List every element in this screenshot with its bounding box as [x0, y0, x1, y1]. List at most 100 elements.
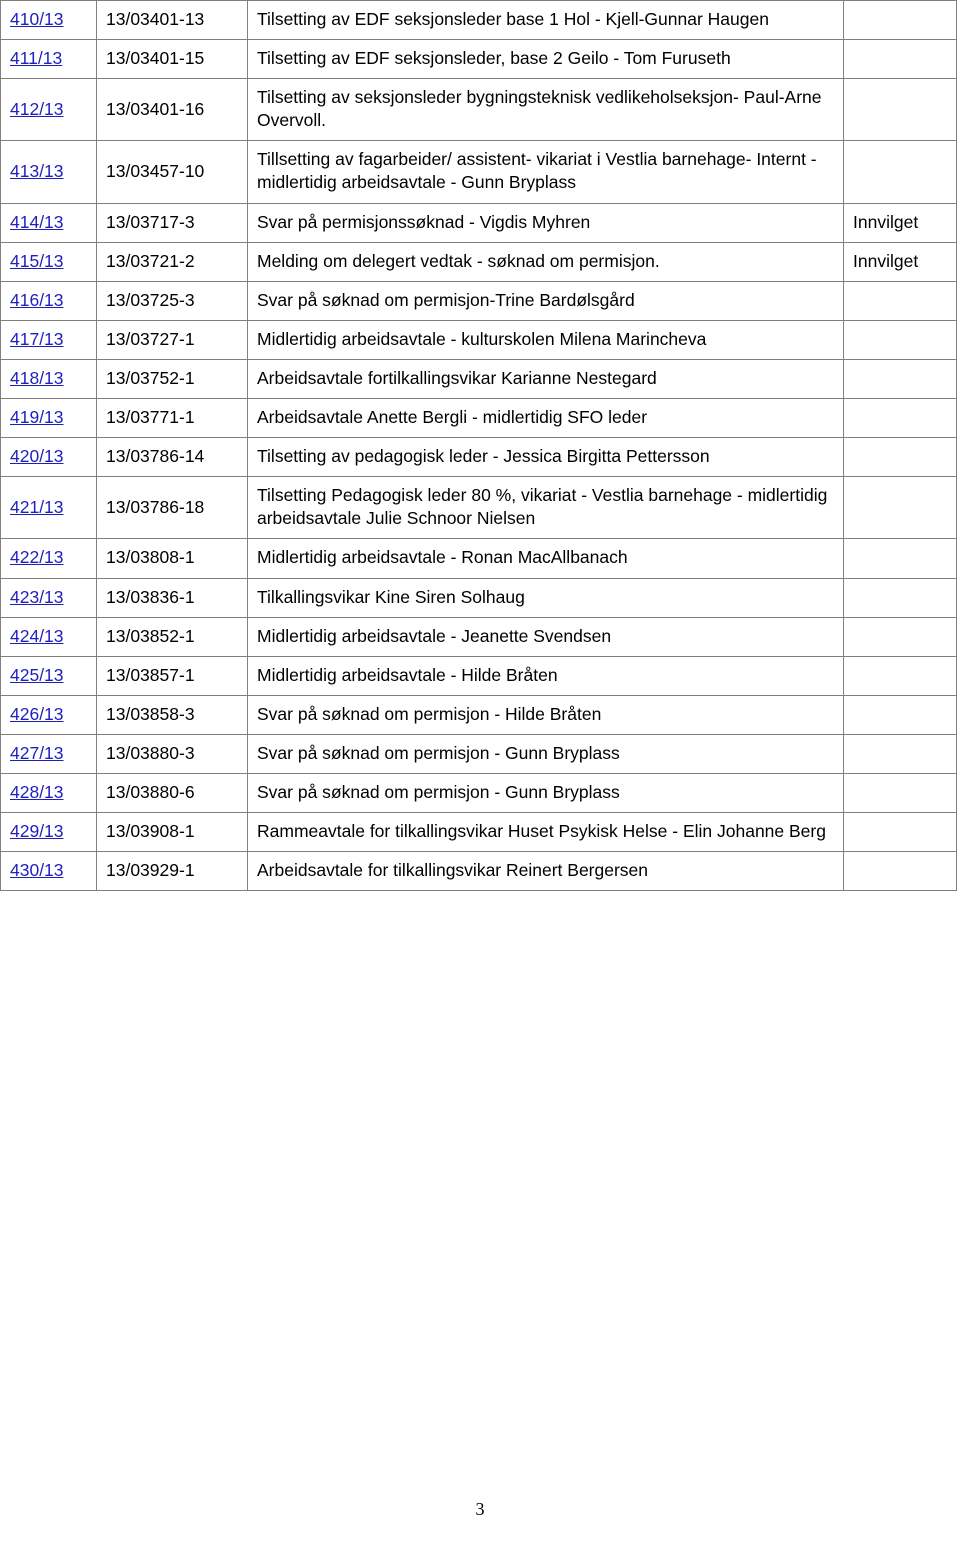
title-cell: Tilsetting av seksjonsleder bygningstekn…: [247, 78, 844, 142]
case-number-cell: 425/13: [0, 655, 97, 696]
reference-cell: 13/03880-6: [96, 772, 248, 814]
table-row: 414/13 13/03717-3 Svar på permisjonssøknad…: [0, 202, 957, 243]
case-number-cell: 412/13: [0, 78, 97, 142]
case-number-link[interactable]: 414/13: [10, 212, 64, 232]
table-row: 417/13 13/03727-1 Midlertidig arbeidsavtal…: [0, 319, 957, 360]
case-number-link[interactable]: 419/13: [10, 407, 64, 427]
table-row: 418/13 13/03752-1 Arbeidsavtale fortilkall…: [0, 358, 957, 400]
table-row: 422/13 13/03808-1 Midlertidig arbeidsavtal…: [0, 538, 957, 579]
case-number-link[interactable]: 416/13: [10, 290, 64, 310]
case-number-cell: 411/13: [0, 39, 97, 80]
title-cell: Tillsetting av fagarbeider/ assistent- v…: [247, 140, 844, 204]
title-cell: Arbeidsavtale Anette Bergli - midlertidi…: [247, 398, 844, 439]
reference-cell: 13/03786-18: [96, 476, 248, 540]
case-number-link[interactable]: 421/13: [10, 497, 64, 517]
case-number-link[interactable]: 429/13: [10, 821, 64, 841]
status-cell: Innvilget: [843, 202, 957, 243]
status-cell: [843, 437, 957, 478]
reference-cell: 13/03457-10: [96, 140, 248, 204]
title-cell: Midlertidig arbeidsavtale - Hilde Bråten: [247, 655, 844, 696]
title-cell: Tilsetting av EDF seksjonsleder, base 2 …: [247, 39, 844, 80]
reference-cell: 13/03401-13: [96, 0, 248, 41]
status-cell: [843, 319, 957, 360]
case-number-link[interactable]: 427/13: [10, 743, 64, 763]
case-number-link[interactable]: 411/13: [10, 48, 62, 68]
case-number-cell: 410/13: [0, 0, 97, 41]
status-cell: [843, 78, 957, 142]
title-cell: Tilsetting av pedagogisk leder - Jessica…: [247, 437, 844, 478]
case-number-link[interactable]: 415/13: [10, 251, 64, 271]
case-number-cell: 424/13: [0, 616, 97, 657]
case-number-cell: 427/13: [0, 733, 97, 774]
case-number-link[interactable]: 423/13: [10, 587, 64, 607]
title-cell: Arbeidsavtale fortilkallingsvikar Karian…: [247, 358, 844, 400]
title-cell: Midlertidig arbeidsavtale - Jeanette Sve…: [247, 616, 844, 657]
status-cell: [843, 772, 957, 814]
document-page: 410/13 13/03401-13 Tilsetting av EDF seksj…: [0, 0, 960, 1564]
reference-cell: 13/03836-1: [96, 577, 248, 618]
table-row: 423/13 13/03836-1 Tilkallingsvikar Kine Si…: [0, 577, 957, 618]
case-number-link[interactable]: 424/13: [10, 626, 64, 646]
reference-cell: 13/03929-1: [96, 851, 248, 892]
reference-cell: 13/03771-1: [96, 398, 248, 439]
status-cell: [843, 812, 957, 853]
status-cell: [843, 694, 957, 735]
case-number-cell: 430/13: [0, 851, 97, 892]
case-number-link[interactable]: 412/13: [10, 99, 64, 119]
status-cell: [843, 851, 957, 892]
reference-cell: 13/03808-1: [96, 538, 248, 579]
title-cell: Arbeidsavtale for tilkallingsvikar Reine…: [247, 851, 844, 892]
case-number-link[interactable]: 428/13: [10, 782, 64, 802]
title-cell: Tilsetting Pedagogisk leder 80 %, vikari…: [247, 476, 844, 540]
table-row: 430/13 13/03929-1 Arbeidsavtale for tilkal…: [0, 851, 957, 892]
case-number-link[interactable]: 425/13: [10, 665, 64, 685]
status-cell: [843, 616, 957, 657]
title-cell: Svar på søknad om permisjon-Trine Bardøl…: [247, 280, 844, 321]
case-number-link[interactable]: 420/13: [10, 446, 64, 466]
table-row: 410/13 13/03401-13 Tilsetting av EDF seksj…: [0, 0, 957, 41]
reference-cell: 13/03401-16: [96, 78, 248, 142]
status-cell: [843, 140, 957, 204]
status-cell: [843, 655, 957, 696]
case-number-cell: 423/13: [0, 577, 97, 618]
title-cell: Svar på søknad om permisjon - Gunn Brypl…: [247, 772, 844, 814]
status-cell: [843, 577, 957, 618]
table-row: 426/13 13/03858-3 Svar på søknad om permis…: [0, 694, 957, 735]
table-row: 420/13 13/03786-14 Tilsetting av pedagogis…: [0, 437, 957, 478]
status-cell: [843, 358, 957, 400]
case-number-cell: 420/13: [0, 437, 97, 478]
reference-cell: 13/03880-3: [96, 733, 248, 774]
status-cell: [843, 39, 957, 80]
case-number-link[interactable]: 417/13: [10, 329, 64, 349]
case-number-cell: 419/13: [0, 398, 97, 439]
status-cell: [843, 280, 957, 321]
title-cell: Tilkallingsvikar Kine Siren Solhaug: [247, 577, 844, 618]
title-cell: Svar på permisjonssøknad - Vigdis Myhren: [247, 202, 844, 243]
case-number-cell: 422/13: [0, 538, 97, 579]
reference-cell: 13/03858-3: [96, 694, 248, 735]
case-number-link[interactable]: 410/13: [10, 9, 64, 29]
reference-cell: 13/03852-1: [96, 616, 248, 657]
reference-cell: 13/03727-1: [96, 319, 248, 360]
case-number-cell: 429/13: [0, 812, 97, 853]
status-cell: [843, 398, 957, 439]
case-number-cell: 417/13: [0, 319, 97, 360]
reference-cell: 13/03786-14: [96, 437, 248, 478]
table-row: 419/13 13/03771-1 Arbeidsavtale Anette Ber…: [0, 398, 957, 439]
table-row: 415/13 13/03721-2 Melding om delegert vedt…: [0, 241, 957, 282]
table-body: 410/13 13/03401-13 Tilsetting av EDF seksj…: [0, 0, 957, 892]
status-cell: [843, 476, 957, 540]
title-cell: Svar på søknad om permisjon - Gunn Brypl…: [247, 733, 844, 774]
table-row: 424/13 13/03852-1 Midlertidig arbeidsavtal…: [0, 616, 957, 657]
reference-cell: 13/03717-3: [96, 202, 248, 243]
title-cell: Midlertidig arbeidsavtale - kulturskolen…: [247, 319, 844, 360]
case-number-link[interactable]: 422/13: [10, 547, 64, 567]
case-number-cell: 416/13: [0, 280, 97, 321]
case-number-link[interactable]: 418/13: [10, 368, 64, 388]
case-number-link[interactable]: 426/13: [10, 704, 64, 724]
table-row: 428/13 13/03880-6 Svar på søknad om permis…: [0, 772, 957, 814]
case-number-link[interactable]: 413/13: [10, 161, 64, 181]
status-cell: [843, 538, 957, 579]
title-cell: Midlertidig arbeidsavtale - Ronan MacAll…: [247, 538, 844, 579]
case-number-link[interactable]: 430/13: [10, 860, 64, 880]
